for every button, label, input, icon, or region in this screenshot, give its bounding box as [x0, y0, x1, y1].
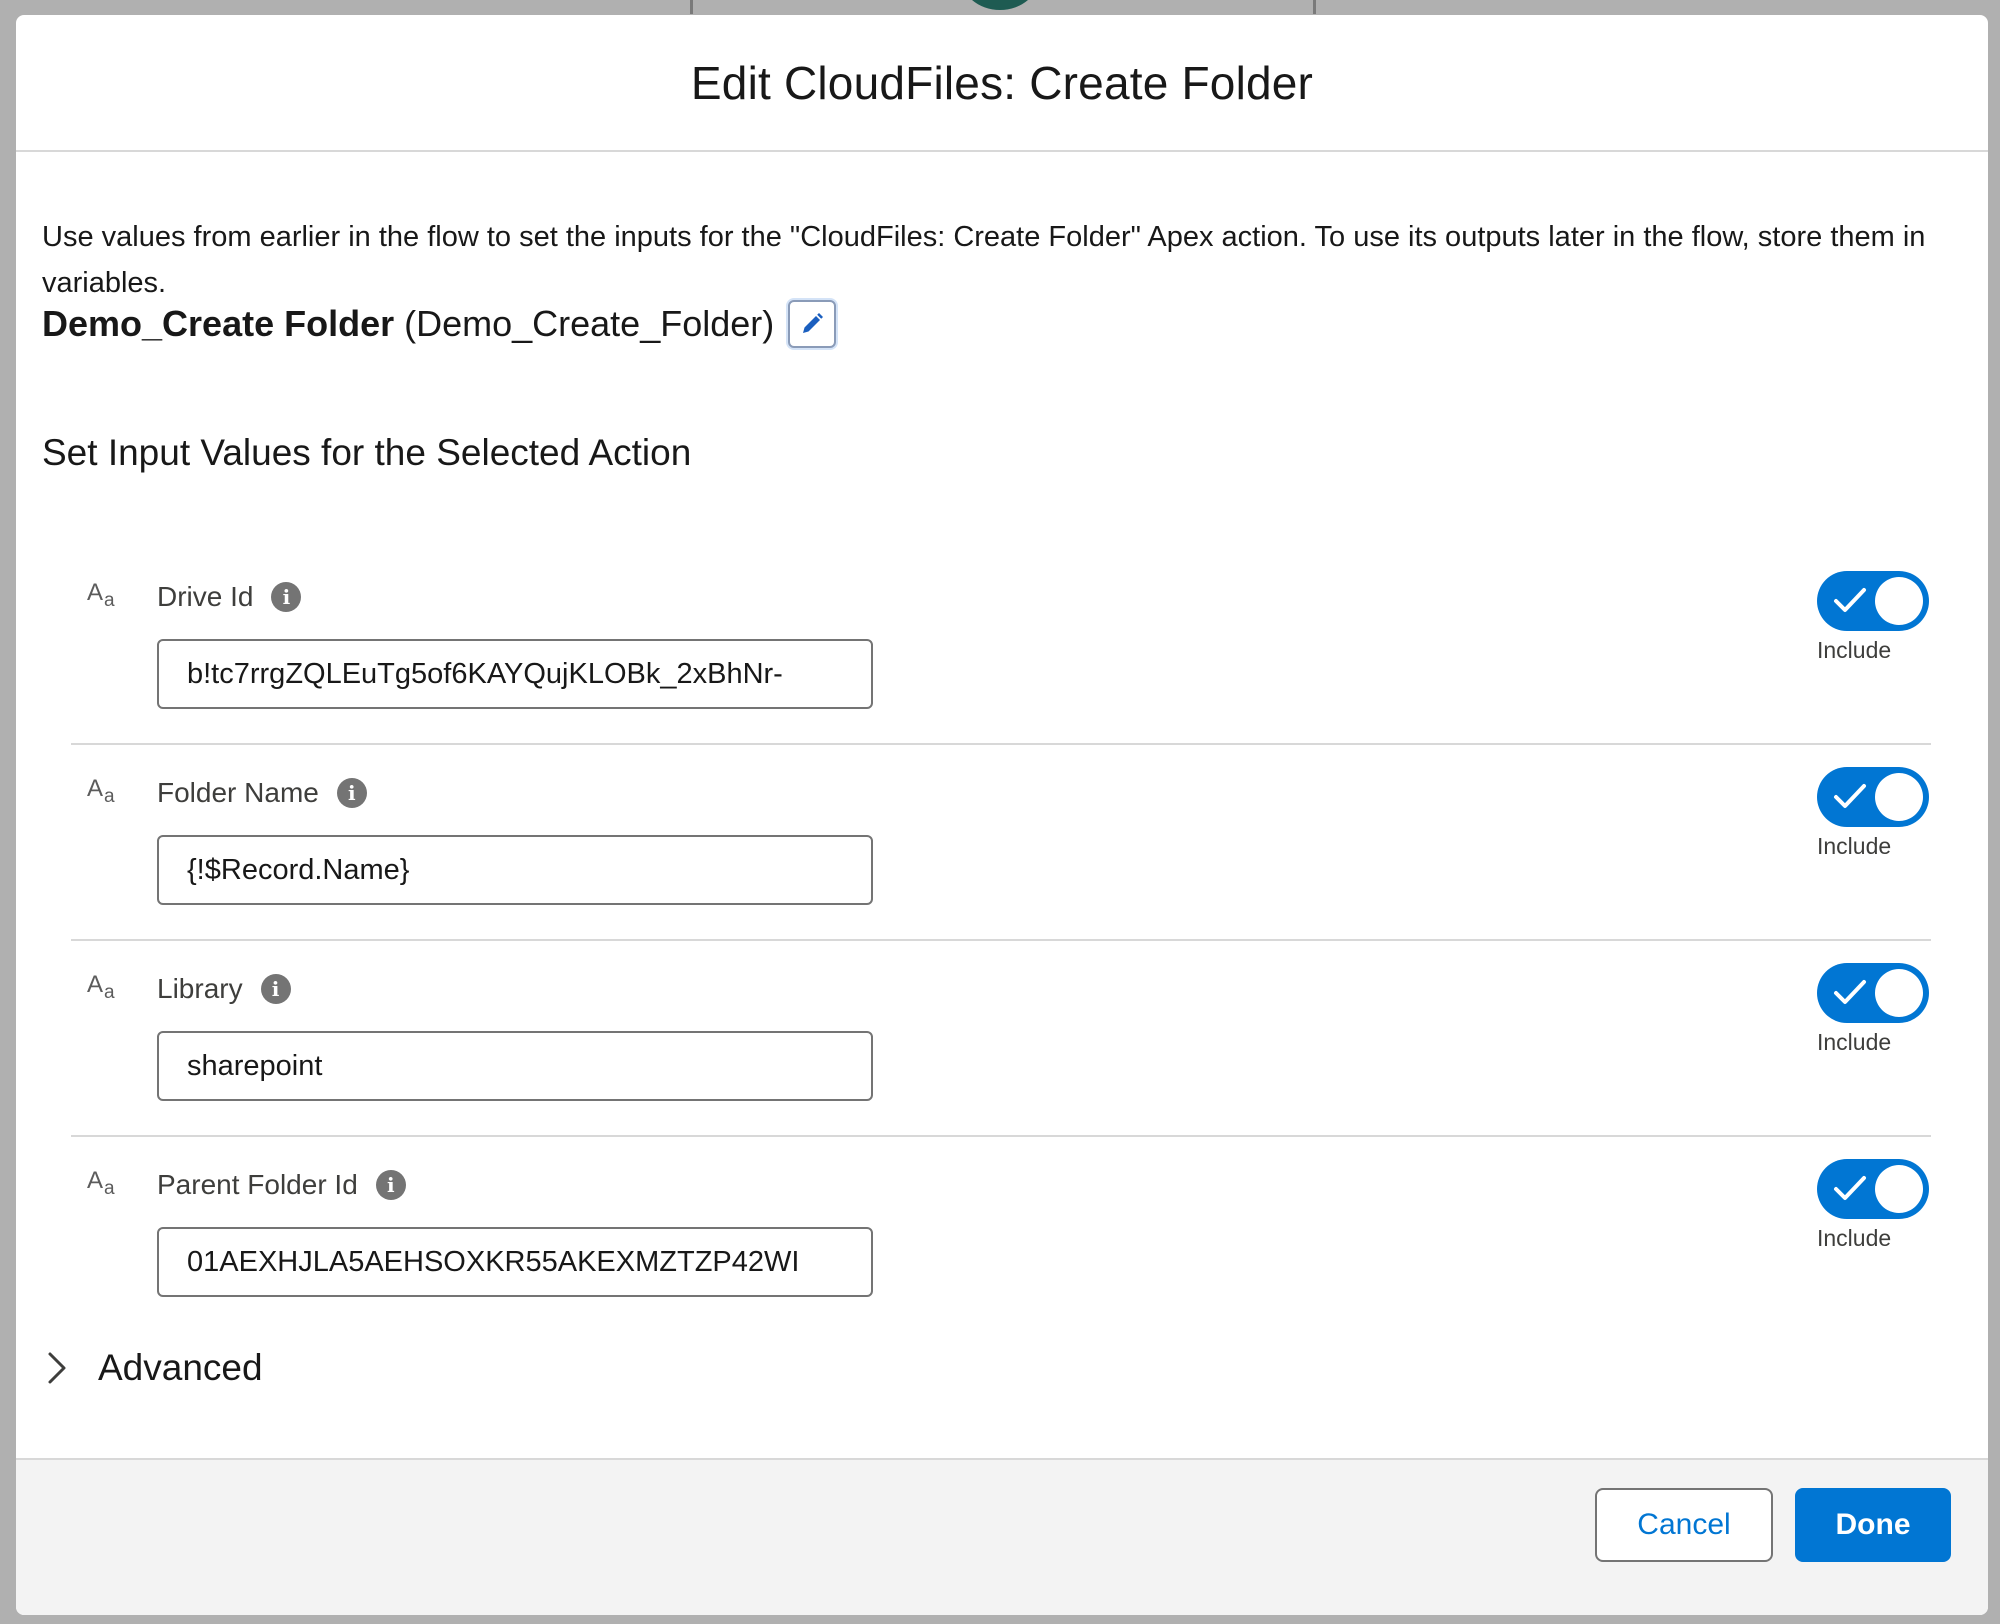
chevron-right-icon — [48, 1352, 66, 1384]
action-api-name: (Demo_Create_Folder) — [404, 303, 775, 344]
include-label: Include — [1817, 637, 1892, 663]
toggle-knob — [1875, 577, 1923, 625]
text-type-icon: Aa — [87, 579, 115, 611]
param-label-text: Library — [157, 973, 243, 1004]
toggle-knob — [1875, 773, 1923, 821]
param-row-folder-name: Aa Folder Name i Include — [71, 743, 1931, 941]
include-label: Include — [1817, 833, 1892, 859]
param-label-text: Folder Name — [157, 777, 319, 808]
include-toggle[interactable] — [1817, 963, 1929, 1023]
action-label: Demo_Create Folder — [42, 303, 395, 344]
param-label: Folder Name i — [157, 777, 367, 809]
param-row-parent-folder-id: Aa Parent Folder Id i Include — [71, 1135, 1931, 1331]
include-toggle-wrap: Include — [1817, 1159, 1937, 1252]
check-icon — [1834, 784, 1866, 808]
text-type-icon: Aa — [87, 971, 115, 1003]
include-toggle[interactable] — [1817, 1159, 1929, 1219]
include-toggle[interactable] — [1817, 767, 1929, 827]
info-icon[interactable]: i — [375, 1170, 406, 1200]
library-input[interactable] — [157, 1031, 873, 1101]
info-icon[interactable]: i — [336, 778, 367, 808]
param-label-text: Parent Folder Id — [157, 1169, 358, 1200]
modal-header: Edit CloudFiles: Create Folder — [16, 15, 1988, 152]
info-icon[interactable]: i — [260, 974, 291, 1004]
edit-action-button[interactable] — [788, 300, 837, 348]
modal-footer: Cancel Done — [16, 1458, 1988, 1615]
advanced-section-toggle[interactable]: Advanced — [46, 1347, 263, 1389]
action-name-line: Demo_Create Folder (Demo_Create_Folder) — [42, 300, 837, 348]
param-row-drive-id: Aa Drive Id i Include — [71, 547, 1931, 745]
text-type-icon: Aa — [87, 775, 115, 807]
drive-id-input[interactable] — [157, 639, 873, 709]
toggle-knob — [1875, 1165, 1923, 1213]
param-label: Parent Folder Id i — [157, 1169, 406, 1201]
folder-name-input[interactable] — [157, 835, 873, 905]
include-toggle-wrap: Include — [1817, 767, 1937, 860]
check-icon — [1834, 980, 1866, 1004]
param-row-library: Aa Library i Include — [71, 939, 1931, 1137]
input-values-section-title: Set Input Values for the Selected Action — [42, 432, 692, 473]
info-icon[interactable]: i — [271, 582, 302, 612]
done-button[interactable]: Done — [1795, 1488, 1951, 1562]
modal-description: Use values from earlier in the flow to s… — [42, 221, 1926, 299]
toggle-knob — [1875, 969, 1923, 1017]
cancel-button[interactable]: Cancel — [1595, 1488, 1773, 1562]
include-label: Include — [1817, 1029, 1892, 1055]
param-label-text: Drive Id — [157, 581, 254, 612]
include-toggle-wrap: Include — [1817, 963, 1937, 1056]
check-icon — [1834, 588, 1866, 612]
text-type-icon: Aa — [87, 1167, 115, 1199]
param-label: Drive Id i — [157, 581, 302, 613]
modal-title: Edit CloudFiles: Create Folder — [690, 56, 1314, 109]
pencil-icon — [803, 313, 824, 333]
param-label: Library i — [157, 973, 291, 1005]
include-toggle[interactable] — [1817, 571, 1929, 631]
include-toggle-wrap: Include — [1817, 571, 1937, 664]
advanced-label: Advanced — [98, 1347, 263, 1388]
parent-folder-id-input[interactable] — [157, 1227, 873, 1297]
check-icon — [1834, 1176, 1866, 1200]
edit-action-modal: Edit CloudFiles: Create Folder Use value… — [16, 15, 1988, 1615]
modal-body: Use values from earlier in the flow to s… — [16, 152, 1988, 1457]
include-label: Include — [1817, 1225, 1892, 1251]
